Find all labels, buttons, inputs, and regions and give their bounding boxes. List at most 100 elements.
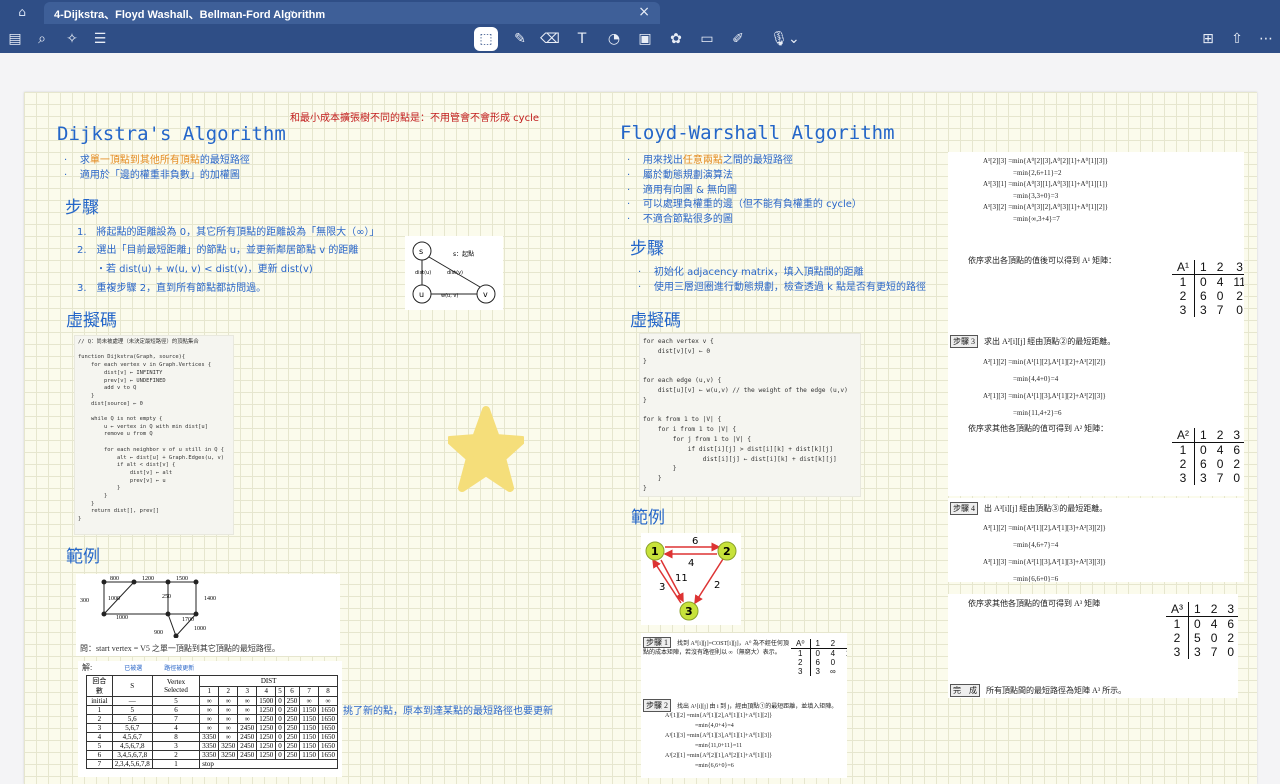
table-cell: 2,3,4,5,6,7,8 [111, 759, 153, 769]
table-cell: 8 [151, 732, 201, 742]
matrix-cell: 2 [1236, 289, 1243, 303]
table-cell: 4 [151, 723, 201, 733]
microphone-icon[interactable]: 🎙⌄ [770, 29, 800, 49]
step3-block: 步驟 3 求出 A²[i][j] 經由頂點②的最短距離。 [950, 335, 1115, 348]
image-icon[interactable]: ▣ [635, 29, 655, 49]
equation-line: A²[1][2] =min{A¹[1][2],A¹[1][2]+A¹[2][2]… [983, 358, 1106, 366]
equation-line: A¹[1][2] =min{A⁰[1][2],A⁰[1][1]+A⁰[1][2]… [665, 713, 773, 719]
sparkle-icon[interactable]: ✧ [62, 29, 82, 49]
equation-line: =min{4,0+4}=4 [695, 723, 734, 729]
table-cell: stop [199, 759, 338, 769]
matrix-name: A⁰ [791, 639, 811, 649]
table-cell: 2 [86, 714, 113, 724]
equation-line: A²[1][3] =min{A¹[1][3],A¹[1][2]+A¹[2][3]… [983, 392, 1106, 400]
matrix-cell: 1 [791, 648, 811, 658]
table-cell: 1150 [299, 750, 319, 760]
table-cell: 250 [283, 705, 301, 715]
graph-node [193, 579, 199, 585]
more-icon[interactable]: ⋯ [1256, 29, 1276, 49]
floyd-bullet-3: · 適用有向圖 & 無向圖 [627, 185, 738, 196]
table-cell: 3 [86, 723, 113, 733]
matrix-cell: 4 [1216, 443, 1224, 457]
star-sticker[interactable] [446, 404, 526, 494]
equation-line: =min{6,6+0}=6 [1013, 575, 1059, 582]
dijkstra-pseudo-title: 虛擬碼 [66, 311, 117, 331]
table-cell: 2450 [237, 732, 258, 742]
equation-line: =min{11,0+11}=11 [695, 743, 743, 749]
graph-node [165, 611, 171, 617]
equation-line: A¹[3][1] =min{A⁰[3][1],A⁰[3][1]+A⁰[1][1]… [983, 180, 1109, 188]
matrix-col-header: 3 [1228, 428, 1244, 443]
table-cell: 1 [86, 705, 113, 715]
equation-line: A³[1][2] =min{A²[1][2],A²[1][3]+A²[3][2]… [983, 524, 1106, 532]
table-cell: — [111, 696, 153, 706]
edge-weight: 1700 [182, 617, 194, 623]
matrix-row: 3370 [1172, 303, 1244, 317]
matrix-cell: 3 [815, 667, 820, 676]
table-cell: 250 [283, 741, 301, 751]
floyd-title: Floyd-Warshall Algorithm [620, 122, 895, 144]
dijkstra-answer-table: 解: 已被選 路徑被更新 回合數 S Vertex Selected DIST 1 2 3 4… [78, 661, 342, 777]
table-cell: 250 [283, 714, 301, 724]
home-icon[interactable]: ⌂ [14, 5, 30, 19]
table-cell: 1650 [317, 714, 339, 724]
graph-node [101, 579, 107, 585]
dist-col-header: 4 [256, 685, 277, 697]
relaxation-diagram: s s：起點 dist(u) dist(v) u v w(u, v) [405, 236, 503, 310]
matrix-col-header: 3 [1228, 260, 1244, 275]
matrix-cell: 11 [841, 649, 847, 658]
matrix-header: A² 1 2 3 [1172, 428, 1244, 443]
step1-block: 步驟 1 找到 A⁰[i][j]=COST[i][j]，A⁰ 為不經任何頂點的成本… [643, 637, 789, 656]
table-cell: 0 [275, 750, 285, 760]
highlighter-icon[interactable]: ✐ [728, 29, 748, 49]
eraser-icon[interactable]: ⌫ [540, 29, 560, 49]
dist-table: 回合數 S Vertex Selected DIST 1 2 3 4 5 6 7 8 initial —5… [86, 675, 339, 769]
table-cell: 1150 [299, 714, 319, 724]
table-cell: initial [86, 696, 113, 706]
matrix-col-header: 1 [810, 639, 825, 649]
label-start: s：起點 [453, 250, 474, 258]
table-cell: 7 [86, 759, 113, 769]
dist-col-header: 3 [237, 685, 258, 697]
matrix-cell: 0 [1236, 303, 1243, 317]
share-icon[interactable]: ⇧ [1227, 29, 1247, 49]
lasso-icon[interactable]: ⬚ [474, 27, 498, 51]
matrix-cell: 6 [1200, 289, 1207, 303]
sidebar-icon[interactable]: ▤ [5, 29, 25, 49]
add-page-icon[interactable]: ⊞ [1198, 29, 1218, 49]
matrix-cell: 4 [1216, 275, 1224, 289]
text-icon[interactable]: T [572, 29, 592, 49]
pen-icon[interactable]: ✎ [510, 29, 530, 49]
notes-icon[interactable]: ☰ [90, 29, 110, 49]
table-row: 5 4,5,6,7,8 3 3350 3250 2450 1250 0 250 1150 1650 [86, 741, 339, 751]
floyd-bullet-1: · 用來找出任意兩點之間的最短路徑 [627, 155, 793, 166]
matrix-cell: 0 [1216, 289, 1224, 303]
document-tab[interactable]: 4-Dijkstra、Floyd Washall、Bellman-Ford Al… [44, 2, 660, 24]
equation-line: =min{4,4+0}=4 [1013, 375, 1059, 383]
matrix-row: 104 11 [1172, 274, 1244, 289]
floyd-example-graph: 1 2 3 6 4 11 3 2 [641, 533, 741, 625]
shape-icon[interactable]: ◔ [604, 29, 624, 49]
search-icon[interactable]: ⌕ [32, 29, 52, 49]
table-cell: 1250 [256, 723, 277, 733]
dijkstra-title: Dijkstra's Algorithm [57, 123, 286, 145]
sticker-icon[interactable]: ✿ [666, 29, 686, 49]
matrix-cell: 7 [1210, 645, 1218, 659]
sticky-note-icon[interactable]: ▭ [697, 29, 717, 49]
matrix-cell: 4 [830, 649, 836, 658]
header-cell: 回合數 [86, 675, 113, 697]
matrix-row: 2602 [1172, 457, 1244, 471]
dist-col-header: 7 [299, 685, 319, 697]
answer-tag-selected: 已被選 [124, 666, 143, 672]
matrix-cell: 3 [791, 667, 811, 676]
matrix-cell: 1 [1166, 616, 1189, 631]
done-block: 完 成所有頂點間的最短路徑為矩陣 A³ 所示。 [950, 684, 1126, 697]
table-cell: 0 [275, 705, 285, 715]
close-icon[interactable]: × [638, 4, 650, 20]
matrix-row: 2502 [1166, 631, 1238, 645]
equation-line: A¹[3][2] =min{A⁰[3][2],A⁰[3][1]+A⁰[1][2]… [983, 203, 1109, 211]
matrix-cell: 2 [1233, 457, 1241, 471]
chevron-down-icon[interactable]: ⌄ [288, 5, 296, 16]
table-cell: ∞ [199, 696, 220, 706]
equation-line: A³[1][3] =min{A²[1][3],A²[1][3]+A²[3][3]… [983, 558, 1106, 566]
